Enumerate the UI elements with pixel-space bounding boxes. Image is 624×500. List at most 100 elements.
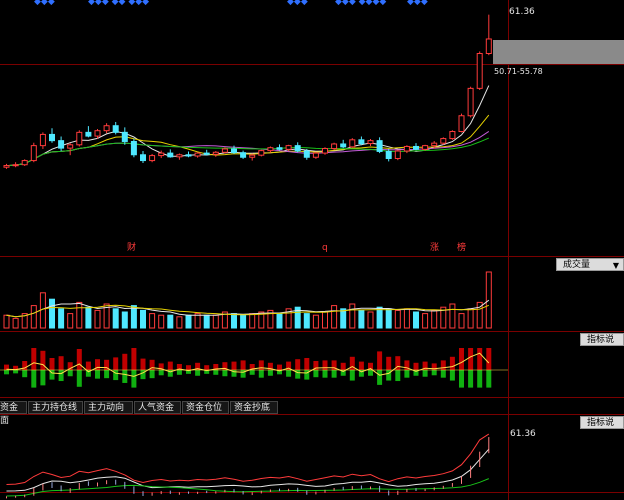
outflow-bar <box>104 370 110 379</box>
volume-bar <box>240 314 247 329</box>
volume-bar <box>485 271 492 329</box>
candlestick-chart[interactable] <box>0 0 508 256</box>
outflow-bar <box>304 370 310 380</box>
candle-body <box>76 131 83 146</box>
candle-body <box>312 152 319 158</box>
candle-body <box>485 38 492 54</box>
inflow-bar <box>76 349 82 370</box>
candle-body <box>149 155 156 162</box>
inflow-bar <box>204 365 210 370</box>
volume-bar <box>249 313 256 329</box>
volume-bar <box>58 308 65 329</box>
volume-bar <box>349 303 356 329</box>
outflow-bar <box>267 370 273 376</box>
inflow-bar <box>459 348 464 370</box>
candle-body <box>413 145 419 150</box>
inflow-bar <box>295 359 301 370</box>
volume-bar <box>85 306 92 329</box>
candle-body <box>458 115 465 133</box>
candle-body <box>121 131 128 142</box>
candle-body <box>385 150 392 159</box>
outflow-bar <box>258 370 264 378</box>
volume-bar <box>413 311 419 329</box>
high-price-label: 61.36 <box>509 7 535 17</box>
price-range-label: 50.71-55.78 <box>494 67 543 76</box>
volume-bar <box>185 314 192 329</box>
volume-bar <box>140 309 146 329</box>
bottom-help-button[interactable]: 指标说明 <box>580 416 624 441</box>
outflow-bar <box>331 370 337 378</box>
outflow-bar <box>395 370 401 382</box>
candle-body <box>340 143 347 148</box>
tab-popular-capital[interactable]: 人气资金 <box>134 401 181 414</box>
candle-body <box>112 125 119 133</box>
candle-body <box>203 152 210 155</box>
tab-capital[interactable]: 资金面 <box>0 401 27 426</box>
event-marker[interactable]: q <box>322 243 328 254</box>
candle-body <box>176 154 183 158</box>
outflow-bar <box>131 370 137 388</box>
bottom-high-label: 61.36 <box>510 429 536 439</box>
outflow-bar <box>113 370 119 381</box>
candle-body <box>467 87 474 117</box>
candle-body <box>322 148 328 154</box>
capital-flow-indicator[interactable] <box>0 334 508 396</box>
outflow-bar <box>486 370 492 388</box>
candle-body <box>240 152 247 158</box>
candle-body <box>67 144 74 149</box>
volume-bar <box>431 309 438 329</box>
inflow-bar <box>40 350 46 370</box>
event-marker[interactable]: 涨 <box>430 243 439 254</box>
event-marker[interactable]: 榜 <box>457 243 466 254</box>
inflow-bar <box>486 348 492 370</box>
volume-bar <box>358 309 365 329</box>
volume-indicator-select[interactable]: 成交量 ▼ <box>556 258 624 271</box>
candle-body <box>258 150 265 156</box>
candle-body <box>303 150 310 158</box>
candle-body <box>221 148 228 153</box>
outflow-bar <box>149 370 155 379</box>
main-position-chart[interactable] <box>0 416 508 500</box>
candle-body <box>140 154 146 162</box>
tab-main-trend[interactable]: 主力动向 <box>84 401 133 414</box>
outflow-bar <box>377 370 383 385</box>
inflow-bar <box>113 357 119 370</box>
outflow-bar <box>158 370 164 376</box>
volume-bar <box>385 308 392 329</box>
outflow-bar <box>22 370 28 378</box>
volume-bar <box>121 311 128 329</box>
outflow-bar <box>286 370 292 377</box>
volume-bar <box>158 314 165 329</box>
outflow-bar <box>477 370 483 388</box>
outflow-bar <box>4 370 9 375</box>
tab-capital-bottom[interactable]: 资金抄底 <box>230 401 278 414</box>
event-marker[interactable]: 财 <box>127 243 136 254</box>
volume-bar <box>30 305 37 329</box>
candle-body <box>49 133 55 142</box>
inflow-bar <box>167 361 173 370</box>
tab-main-position[interactable]: 主力持仓线 <box>28 401 83 414</box>
inflow-bar <box>122 353 128 370</box>
volume-chart[interactable] <box>0 258 508 330</box>
indicator-help-button[interactable]: 指标说明 <box>580 333 624 358</box>
candle-body <box>267 147 274 152</box>
volume-bar <box>403 308 410 329</box>
volume-bar <box>212 314 219 329</box>
volume-bar <box>176 316 183 329</box>
candle-body <box>94 130 101 137</box>
volume-bar <box>331 305 338 329</box>
inflow-bar <box>240 360 246 370</box>
candle-body <box>249 154 256 158</box>
volume-bar <box>449 303 456 329</box>
volume-bar <box>112 308 119 329</box>
inflow-bar <box>258 360 264 370</box>
outflow-bar <box>459 370 464 388</box>
candle-body <box>367 140 374 145</box>
inflow-bar <box>231 361 237 370</box>
tab-capital-position[interactable]: 资金仓位 <box>182 401 229 414</box>
candle-body <box>422 145 429 150</box>
candle-body <box>58 140 65 149</box>
candle-body <box>276 147 283 150</box>
volume-bar <box>149 313 156 329</box>
candle-body <box>331 143 338 150</box>
